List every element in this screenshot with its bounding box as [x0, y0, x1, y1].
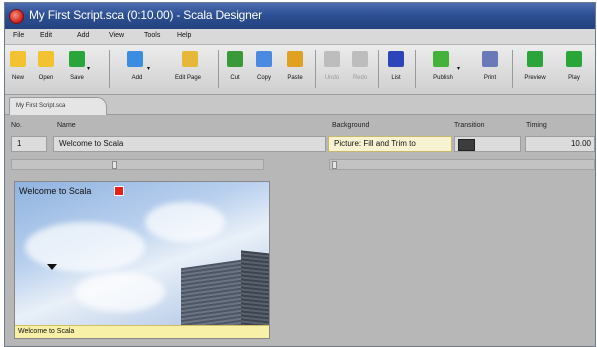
column-header-timing[interactable]: Timing — [526, 122, 547, 129]
menu-view[interactable]: View — [109, 32, 124, 39]
scrollbar-thumb[interactable] — [332, 161, 337, 169]
row-name-cell[interactable]: Welcome to Scala — [53, 136, 326, 152]
publish-button[interactable]: ▾ Publish — [421, 51, 465, 89]
redo-icon — [352, 51, 368, 67]
column-header-name[interactable]: Name — [57, 122, 76, 129]
column-header-transition[interactable]: Transition — [454, 122, 484, 129]
redo-button[interactable]: Redo — [349, 51, 371, 89]
cloud-shape — [145, 202, 225, 242]
title-bar: My First Script.sca (0:10.00) - Scala De… — [5, 3, 595, 29]
row-number-cell[interactable]: 1 — [11, 136, 47, 152]
chevron-down-icon[interactable]: ▾ — [87, 65, 90, 72]
edit-page-button[interactable]: Edit Page — [166, 51, 210, 89]
toolbar-separator — [415, 50, 416, 88]
preview-title-text: Welcome to Scala — [19, 186, 92, 196]
menu-edit[interactable]: Edit — [40, 32, 52, 39]
add-page-icon — [127, 51, 143, 67]
window-title: My First Script.sca (0:10.00) - Scala De… — [29, 8, 262, 22]
row-background-cell[interactable]: Picture: Fill and Trim to — [328, 136, 452, 152]
bird-image — [47, 264, 57, 270]
paste-button[interactable]: Paste — [283, 51, 307, 89]
page-preview-thumbnail[interactable]: Welcome to Scala Welcome to Scala — [14, 181, 270, 339]
folder-open-icon — [38, 51, 54, 67]
horizontal-scrollbar[interactable] — [329, 159, 595, 170]
undo-button[interactable]: Undo — [321, 51, 343, 89]
scala-app-icon[interactable] — [9, 9, 24, 24]
tab-my-first-script[interactable]: My First Script.sca — [9, 97, 107, 115]
toolbar-separator — [109, 50, 110, 88]
undo-icon — [324, 51, 340, 67]
new-button[interactable]: New — [7, 51, 29, 89]
toolbar: New Open ▾ Save ▾ Add Edit Page Cut Copy — [5, 45, 595, 95]
save-icon — [69, 51, 85, 67]
horizontal-scrollbar[interactable] — [11, 159, 264, 170]
toolbar-separator — [218, 50, 219, 88]
row-transition-cell[interactable] — [454, 136, 521, 152]
copy-button[interactable]: Copy — [252, 51, 276, 89]
menu-file[interactable]: File — [13, 32, 24, 39]
play-icon — [566, 51, 582, 67]
print-button[interactable]: Print — [477, 51, 503, 89]
copy-icon — [256, 51, 272, 67]
preview-play-icon — [527, 51, 543, 67]
open-button[interactable]: Open — [33, 51, 59, 89]
row-timing-cell[interactable]: 10.00 — [525, 136, 595, 152]
add-button[interactable]: ▾ Add — [117, 51, 157, 89]
transition-icon — [458, 139, 475, 151]
play-button[interactable]: Play — [560, 51, 588, 89]
list-icon — [388, 51, 404, 67]
list-button[interactable]: List — [385, 51, 407, 89]
menu-help[interactable]: Help — [177, 32, 191, 39]
folder-new-icon — [10, 51, 26, 67]
menu-add[interactable]: Add — [77, 32, 89, 39]
paste-icon — [287, 51, 303, 67]
tab-label: My First Script.sca — [16, 103, 66, 109]
column-header-no[interactable]: No. — [11, 122, 22, 129]
scrollbar-thumb[interactable] — [112, 161, 117, 169]
cloud-shape — [75, 272, 165, 312]
preview-caption: Welcome to Scala — [15, 325, 269, 338]
toolbar-separator — [512, 50, 513, 88]
save-button[interactable]: ▾ Save — [63, 51, 91, 89]
cut-icon — [227, 51, 243, 67]
app-window: My First Script.sca (0:10.00) - Scala De… — [4, 2, 596, 347]
print-icon — [482, 51, 498, 67]
document-tab-bar: My First Script.sca — [5, 95, 595, 115]
cloud-shape — [25, 222, 145, 272]
preview-button[interactable]: Preview — [518, 51, 552, 89]
publish-icon — [433, 51, 449, 67]
toolbar-separator — [315, 50, 316, 88]
pencil-icon — [182, 51, 198, 67]
menu-tools[interactable]: Tools — [144, 32, 160, 39]
column-header-background[interactable]: Background — [332, 122, 369, 129]
chevron-down-icon[interactable]: ▾ — [147, 65, 150, 72]
toolbar-separator — [378, 50, 379, 88]
script-editor: No. Name Background Transition Timing 1 … — [5, 115, 595, 346]
text-marker-icon — [114, 186, 124, 196]
cut-button[interactable]: Cut — [224, 51, 246, 89]
chevron-down-icon[interactable]: ▾ — [457, 65, 460, 72]
menu-bar: File Edit Add View Tools Help — [5, 29, 595, 45]
